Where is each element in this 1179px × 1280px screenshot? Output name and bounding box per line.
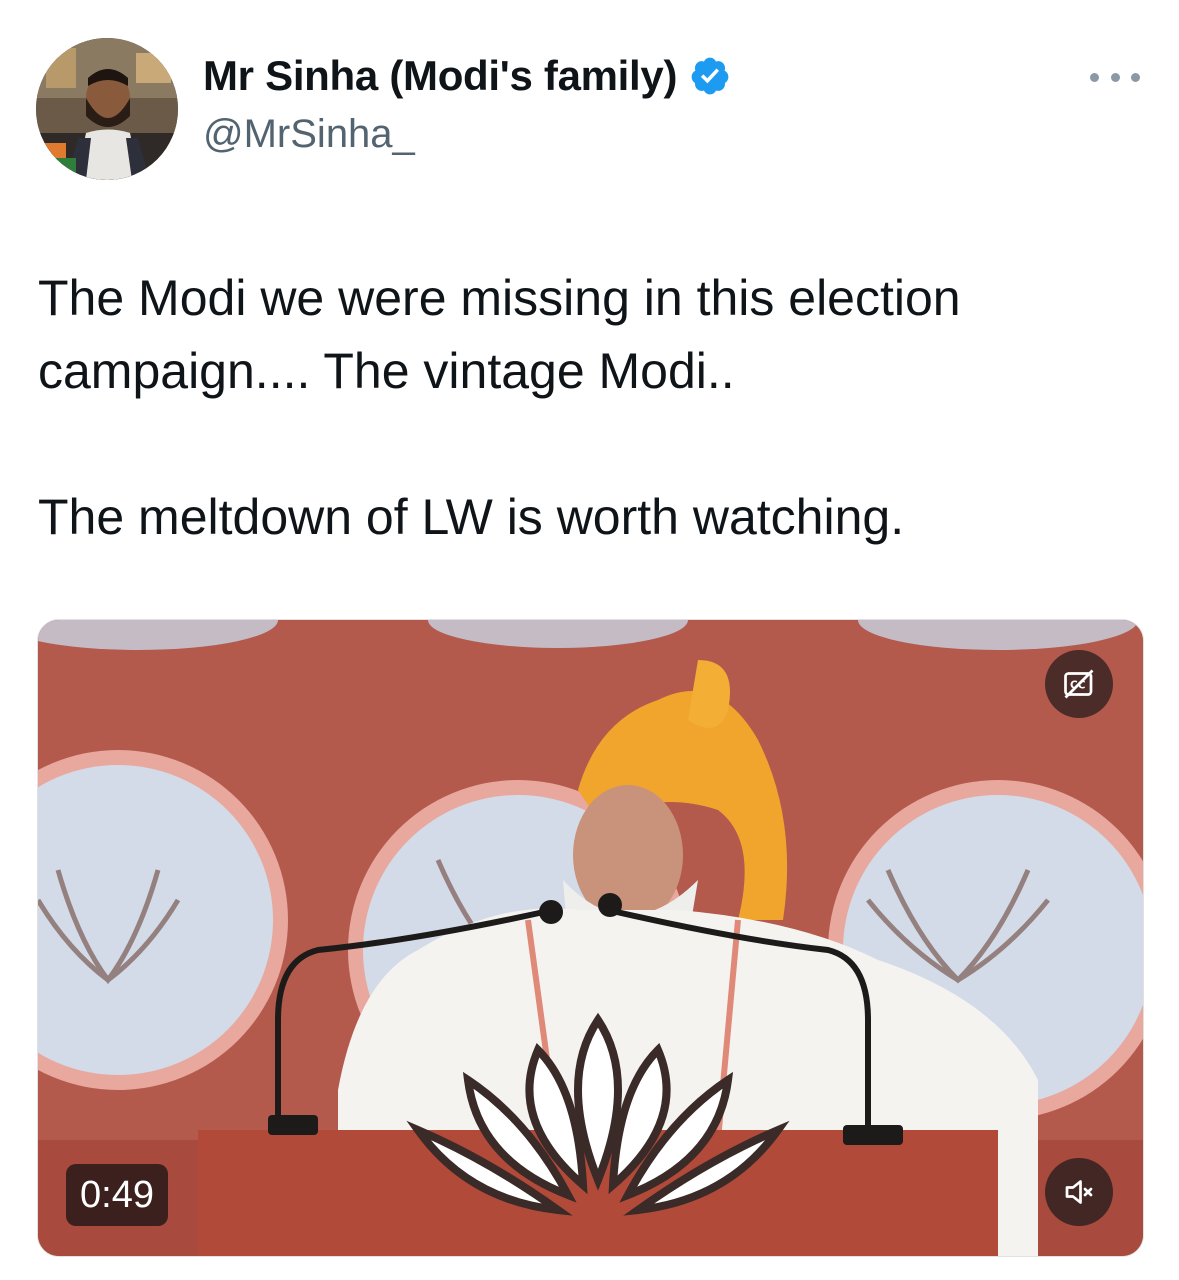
more-options-icon[interactable]	[1090, 62, 1140, 92]
volume-muted-icon[interactable]	[1045, 1158, 1113, 1226]
more-dot	[1131, 72, 1140, 82]
captions-off-icon[interactable]: CC	[1045, 650, 1113, 718]
more-dot	[1090, 72, 1099, 82]
video-player[interactable]: CC 0:49	[37, 619, 1144, 1257]
avatar-photo	[36, 38, 178, 180]
tweet-header: Mr Sinha (Modi's family) @MrSinha_	[0, 0, 1179, 200]
tweet-line: The meltdown of LW is worth watching.	[38, 489, 905, 545]
display-name-text: Mr Sinha (Modi's family)	[203, 52, 678, 99]
author-handle[interactable]: @MrSinha_	[203, 112, 415, 157]
verified-badge-icon	[689, 55, 731, 97]
author-display-name[interactable]: Mr Sinha (Modi's family)	[203, 52, 731, 100]
more-dot	[1110, 72, 1120, 82]
author-avatar[interactable]	[36, 38, 178, 180]
video-duration: 0:49	[66, 1164, 168, 1226]
video-frame	[38, 620, 1143, 1256]
tweet-line: The Modi we were missing in this electio…	[38, 270, 961, 399]
tweet-text: The Modi we were missing in this electio…	[38, 262, 1138, 554]
